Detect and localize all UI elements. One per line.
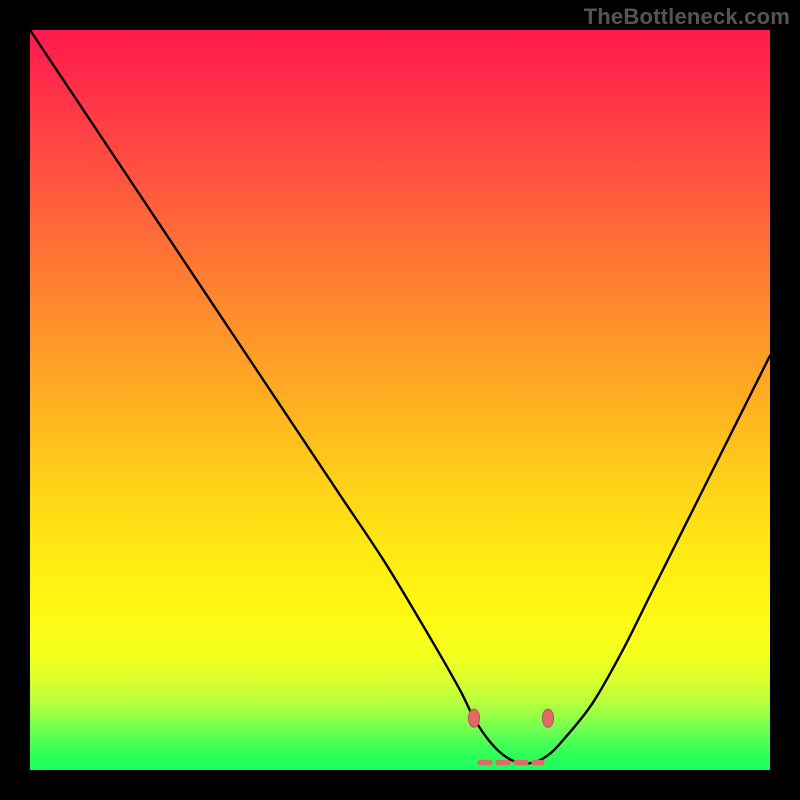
bottleneck-curve (30, 30, 770, 764)
chart-frame: TheBottleneck.com (0, 0, 800, 800)
plot-area (30, 30, 770, 770)
curve-svg (30, 30, 770, 770)
watermark-text: TheBottleneck.com (584, 4, 790, 30)
optimum-marker-right (543, 709, 554, 727)
optimum-marker-left (469, 709, 480, 727)
